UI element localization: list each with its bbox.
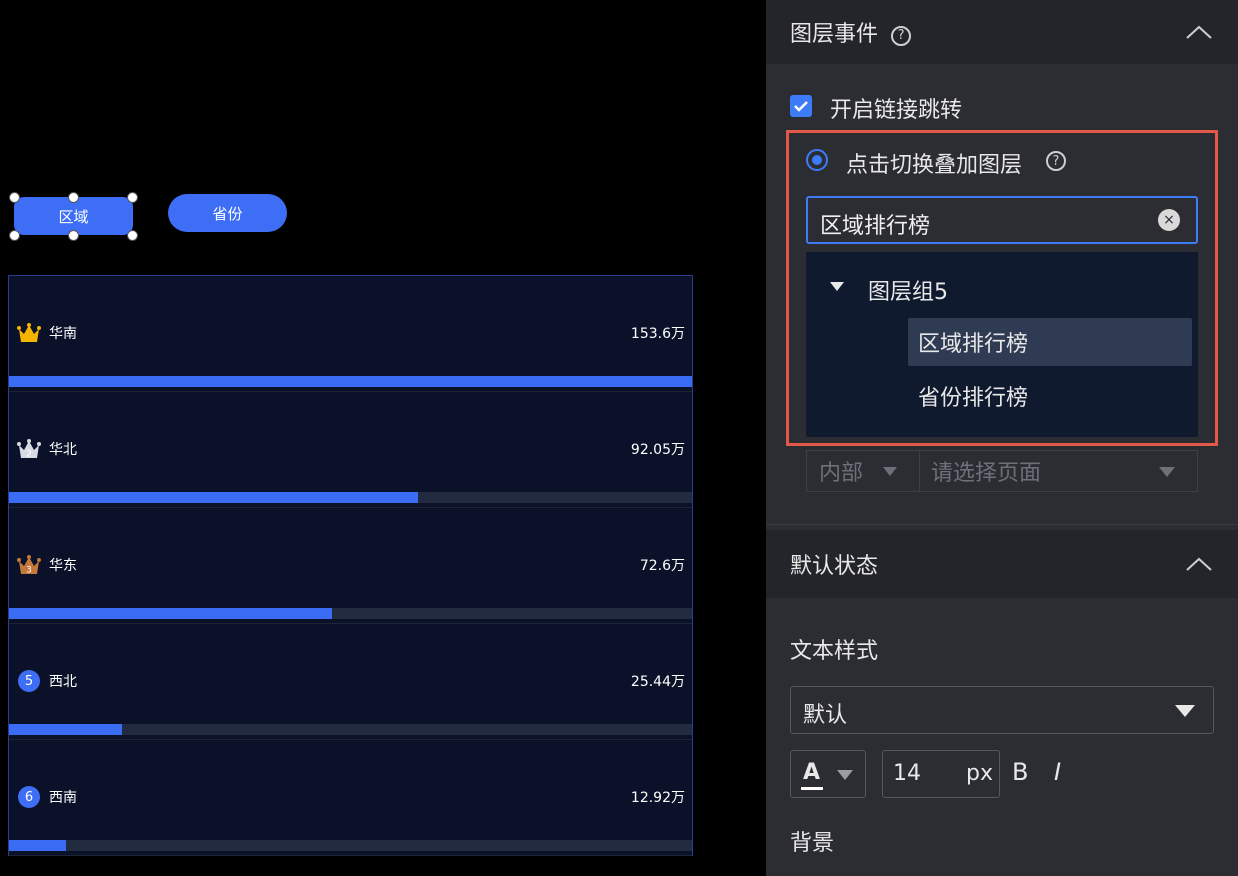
bold-button[interactable]: B [1012,758,1028,786]
layer-events-header[interactable]: 图层事件 ? [766,0,1238,64]
resize-handle-bl[interactable] [9,230,20,241]
ranking-row: 华南 153.6万 [9,276,692,392]
progress-track [9,608,692,619]
enable-link-label: 开启链接跳转 [830,98,963,123]
rank-value: 72.6万 [639,558,685,574]
clear-icon[interactable]: × [1158,209,1180,231]
rank-number-badge: 6 [18,786,40,808]
ranking-row: 5 西北 25.44万 [9,624,692,740]
text-color-picker[interactable]: A [790,750,866,798]
help-icon[interactable]: ? [1046,151,1066,171]
ranking-list: 华南 153.6万 2 华北 92.05万 3 华东 72.6万 5 西北 25.44万 6 西南 12.… [8,275,693,856]
layer-tree-dropdown: 图层组5 区域排行榜 省份排行榜 [806,252,1198,437]
rank-number-badge: 5 [18,670,40,692]
rank-value: 12.92万 [630,790,685,806]
radio-dot [812,155,822,165]
chevron-up-icon[interactable] [1186,557,1212,571]
svg-text:3: 3 [26,566,32,576]
toggle-overlay-label: 点击切换叠加图层 [846,153,1023,178]
divider [766,524,1238,525]
tree-item-province-ranking[interactable]: 省份排行榜 [908,372,1192,420]
chevron-up-icon[interactable] [1186,25,1212,39]
resize-handle-tl[interactable] [9,192,20,203]
layer-select-input[interactable]: 区域排行榜 × [806,196,1198,244]
progress-track [9,376,692,387]
rank-value: 92.05万 [630,442,685,458]
progress-fill [9,840,66,851]
rank-name: 西南 [49,790,77,806]
crown-icon: 2 [17,437,41,461]
rank-name: 西北 [49,674,77,690]
rank-value: 25.44万 [630,674,685,690]
ranking-row: 3 华东 72.6万 [9,508,692,624]
design-canvas: 区域 省份 华南 153.6万 2 华北 92.05万 3 华东 72.6万 5 西北 25.44万… [0,0,766,876]
resize-handle-bc[interactable] [68,230,79,241]
province-tab-button[interactable]: 省份 [168,194,287,232]
layer-select-value: 区域排行榜 [820,214,931,239]
scope-select-value[interactable]: 内部 [819,451,863,491]
properties-panel: 图层事件 ? 开启链接跳转 点击切换叠加图层 ? 区域排行榜 × 图层组5 区域… [766,0,1238,876]
progress-track [9,724,692,735]
ranking-row: 6 西南 12.92万 [9,740,692,856]
rank-value: 153.6万 [630,326,685,342]
font-size-unit: px [966,761,993,786]
help-icon[interactable]: ? [891,25,912,46]
text-style-label: 文本样式 [790,639,879,664]
progress-fill [9,492,418,503]
font-color-icon: A [803,760,821,785]
default-state-title: 默认状态 [790,554,879,579]
divider [919,451,920,491]
resize-handle-tr[interactable] [127,192,138,203]
layer-events-title: 图层事件 ? [790,16,912,48]
font-size-value: 14 [893,761,921,786]
caret-down-icon[interactable] [830,282,844,291]
progress-fill [9,376,692,387]
progress-track [9,840,692,851]
crown-icon [17,321,41,345]
progress-fill [9,724,122,735]
italic-button[interactable]: I [1054,758,1061,786]
font-size-input[interactable]: 14 px [882,750,1000,798]
check-icon [794,101,808,112]
crown-icon: 3 [17,553,41,577]
page-select-placeholder[interactable]: 请选择页面 [931,451,1041,491]
background-label: 背景 [790,831,835,856]
resize-handle-br[interactable] [127,230,138,241]
tree-group-label[interactable]: 图层组5 [868,274,948,306]
caret-down-icon [1175,705,1195,717]
caret-down-icon [837,770,853,780]
default-state-header[interactable]: 默认状态 [766,530,1238,598]
progress-track [9,492,692,503]
resize-handle-tc[interactable] [68,192,79,203]
caret-down-icon[interactable] [1159,467,1175,477]
page-select[interactable]: 内部 请选择页面 [806,450,1198,492]
svg-text:2: 2 [26,450,32,460]
ranking-row: 2 华北 92.05万 [9,392,692,508]
rank-name: 华北 [49,442,77,458]
enable-link-checkbox[interactable] [790,95,812,117]
rank-name: 华南 [49,326,77,342]
caret-down-icon[interactable] [883,467,897,476]
color-swatch [801,787,823,790]
font-select[interactable]: 默认 [790,686,1214,734]
rank-name: 华东 [49,558,77,574]
tree-item-region-ranking[interactable]: 区域排行榜 [908,318,1192,366]
toggle-overlay-radio[interactable] [806,149,828,171]
font-select-value: 默认 [803,703,848,728]
progress-fill [9,608,332,619]
